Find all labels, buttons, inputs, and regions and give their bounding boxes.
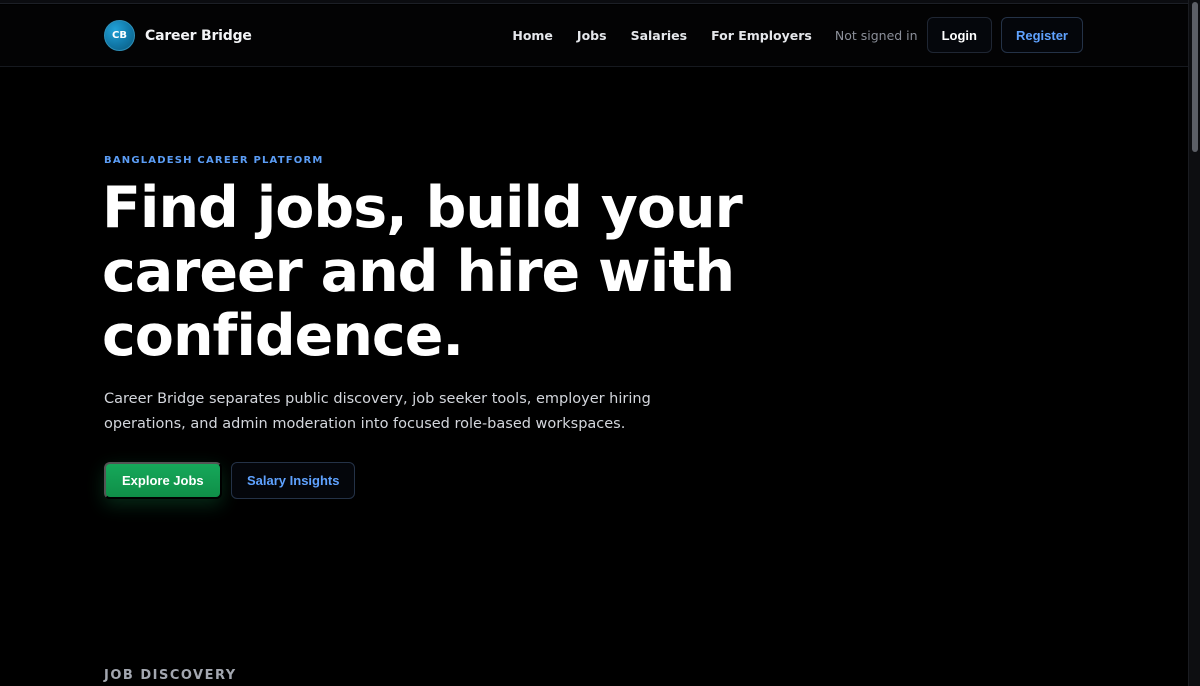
register-button[interactable]: Register xyxy=(1000,17,1083,53)
scrollbar-thumb[interactable] xyxy=(1192,2,1198,152)
window-top-edge xyxy=(0,0,1188,4)
job-discovery-section-label: JOB DISCOVERY xyxy=(104,668,237,683)
page-scrollbar[interactable] xyxy=(1188,0,1200,686)
explore-jobs-button[interactable]: Explore Jobs xyxy=(104,462,222,499)
nav-link-jobs[interactable]: Jobs xyxy=(577,28,607,43)
salary-insights-button[interactable]: Salary Insights xyxy=(231,462,356,499)
main-nav: Home Jobs Salaries For Employers Not sig… xyxy=(512,17,1083,53)
brand-logo-initials: CB xyxy=(112,30,127,41)
hero-subtitle: Career Bridge separates public discovery… xyxy=(104,391,651,432)
nav-link-salaries[interactable]: Salaries xyxy=(631,28,688,43)
brand-name: Career Bridge xyxy=(145,27,252,44)
nav-link-for-employers[interactable]: For Employers xyxy=(711,28,812,43)
brand-logo-icon: CB xyxy=(104,20,135,51)
hero-eyebrow: BANGLADESH CAREER PLATFORM xyxy=(104,155,324,166)
page: CB Career Bridge Home Jobs Salaries For … xyxy=(0,0,1200,686)
login-button[interactable]: Login xyxy=(926,17,992,53)
hero-title: Find jobs, build your career and hire wi… xyxy=(102,175,743,369)
nav-link-home[interactable]: Home xyxy=(512,28,553,43)
brand[interactable]: CB Career Bridge xyxy=(104,20,252,51)
auth-status: Not signed in xyxy=(834,27,918,43)
site-header: CB Career Bridge Home Jobs Salaries For … xyxy=(0,5,1188,67)
